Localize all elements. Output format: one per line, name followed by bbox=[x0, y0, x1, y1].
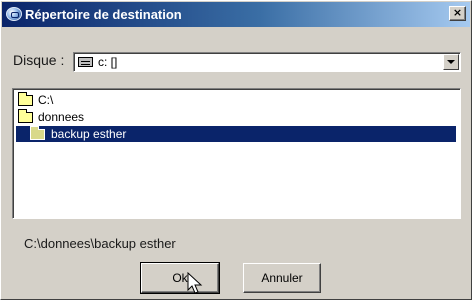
drive-icon bbox=[78, 57, 93, 67]
open-folder-icon bbox=[30, 126, 45, 140]
cancel-button[interactable]: Annuler bbox=[243, 263, 321, 293]
drive-label: Disque : bbox=[13, 52, 65, 68]
open-folder-icon bbox=[18, 109, 33, 123]
destination-dialog: Répertoire de destination × Disque : c: … bbox=[0, 0, 472, 300]
mouse-cursor-icon bbox=[187, 272, 203, 294]
folder-item-backup-esther[interactable]: backup esther bbox=[16, 126, 456, 142]
folder-item-label: backup esther bbox=[51, 127, 127, 141]
app-icon bbox=[6, 7, 22, 21]
folder-item-donnees[interactable]: donnees bbox=[16, 109, 116, 125]
folder-list[interactable]: C:\ donnees backup esther bbox=[12, 88, 461, 219]
close-button[interactable]: × bbox=[449, 6, 466, 21]
title-bar[interactable]: Répertoire de destination × bbox=[2, 2, 470, 27]
dialog-title: Répertoire de destination bbox=[25, 7, 182, 22]
current-path: C:\donnees\backup esther bbox=[24, 236, 176, 251]
drive-value: c: [] bbox=[98, 55, 118, 69]
folder-item-label: donnees bbox=[38, 110, 85, 124]
folder-item-label: C:\ bbox=[38, 93, 54, 107]
ok-button[interactable]: Ok bbox=[140, 262, 220, 294]
drive-select[interactable]: c: [] bbox=[73, 52, 461, 72]
open-folder-icon bbox=[18, 92, 33, 106]
chevron-down-icon[interactable] bbox=[443, 54, 459, 70]
folder-item-root[interactable]: C:\ bbox=[16, 92, 96, 108]
